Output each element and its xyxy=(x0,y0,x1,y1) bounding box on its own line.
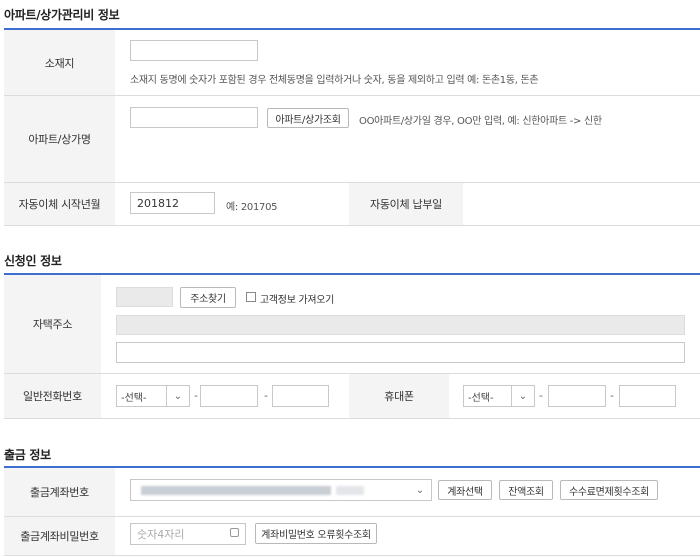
phone-row: 일반전화번호 -선택- ⌄ - - 휴대폰 -선택- ⌄ - - xyxy=(4,374,700,419)
phone-last-input[interactable] xyxy=(272,385,329,407)
pay-day-label: 자동이체 납부일 xyxy=(349,183,463,225)
withdraw-section-title: 출금 정보 xyxy=(4,448,51,462)
import-customer-label: 고객정보 가져오기 xyxy=(260,295,335,306)
phone-area-select-value: -선택- xyxy=(121,392,147,404)
chevron-down-icon: ⌄ xyxy=(415,484,425,496)
balance-check-button[interactable]: 잔액조회 xyxy=(499,480,553,500)
phone-area-select[interactable]: -선택- ⌄ xyxy=(116,385,190,407)
address-line2-input[interactable] xyxy=(116,342,685,363)
apartment-section-title: 아파트/상가관리비 정보 xyxy=(4,8,120,22)
location-row: 소재지 소재지 동명에 숫자가 포함된 경우 전체동명을 입력하거나 숫자, 동… xyxy=(4,30,700,96)
start-month-example: 예: 201705 xyxy=(226,202,278,213)
lock-icon xyxy=(230,528,239,537)
apt-name-input[interactable] xyxy=(130,107,258,128)
location-input[interactable] xyxy=(130,40,258,61)
import-customer-checkbox[interactable] xyxy=(246,292,256,302)
mobile-mid-input[interactable] xyxy=(548,385,606,407)
account-label: 출금계좌번호 xyxy=(4,468,115,516)
account-select[interactable]: ⌄ xyxy=(130,479,432,501)
apt-name-label: 아파트/상가명 xyxy=(4,96,115,182)
chevron-down-icon: ⌄ xyxy=(511,386,534,406)
find-address-button[interactable]: 주소찾기 xyxy=(180,287,236,308)
mobile-prefix-select[interactable]: -선택- ⌄ xyxy=(463,385,535,407)
mobile-dash: - xyxy=(610,389,614,402)
chevron-down-icon: ⌄ xyxy=(166,386,189,406)
mobile-prefix-select-value: -선택- xyxy=(468,392,494,404)
account-row: 출금계좌번호 ⌄ 계좌선택 잔액조회 수수료면제횟수조회 xyxy=(4,468,700,517)
phone-dash: - xyxy=(264,389,268,402)
password-input[interactable]: 숫자4자리 xyxy=(130,523,246,545)
password-label: 출금계좌비밀번호 xyxy=(4,517,115,555)
zipcode-input xyxy=(116,287,173,307)
mobile-label: 휴대폰 xyxy=(349,374,449,418)
mobile-dash: - xyxy=(539,389,543,402)
password-placeholder: 숫자4자리 xyxy=(137,528,185,541)
location-label: 소재지 xyxy=(4,30,115,95)
phone-mid-input[interactable] xyxy=(200,385,258,407)
masked-account-number xyxy=(141,486,331,495)
start-month-label: 자동이체 시작년월 xyxy=(4,183,115,225)
masked-account-number xyxy=(336,486,364,495)
fee-waiver-check-button[interactable]: 수수료면제횟수조회 xyxy=(560,480,658,500)
apt-lookup-button[interactable]: 아파트/상가조회 xyxy=(267,108,349,128)
phone-dash: - xyxy=(194,389,198,402)
password-row: 출금계좌비밀번호 숫자4자리 계좌비밀번호 오류횟수조회 xyxy=(4,517,700,556)
location-help-text: 소재지 동명에 숫자가 포함된 경우 전체동명을 입력하거나 숫자, 동을 제외… xyxy=(130,75,539,86)
apt-name-help-text: OO아파트/상가일 경우, OO만 입력, 예: 신한아파트 -> 신한 xyxy=(359,116,602,127)
password-error-count-button[interactable]: 계좌비밀번호 오류횟수조회 xyxy=(255,523,377,544)
start-month-input[interactable]: 201812 xyxy=(130,192,215,214)
account-select-button[interactable]: 계좌선택 xyxy=(438,480,492,500)
address-label: 자택주소 xyxy=(4,275,101,373)
address-row: 자택주소 주소찾기 고객정보 가져오기 xyxy=(4,275,700,374)
apt-name-row: 아파트/상가명 아파트/상가조회 OO아파트/상가일 경우, OO만 입력, 예… xyxy=(4,96,700,183)
phone-label: 일반전화번호 xyxy=(4,374,101,418)
start-month-row: 자동이체 시작년월 201812 예: 201705 자동이체 납부일 xyxy=(4,183,700,226)
address-line1-input xyxy=(116,315,685,335)
applicant-section-title: 신청인 정보 xyxy=(4,254,62,268)
mobile-last-input[interactable] xyxy=(619,385,676,407)
